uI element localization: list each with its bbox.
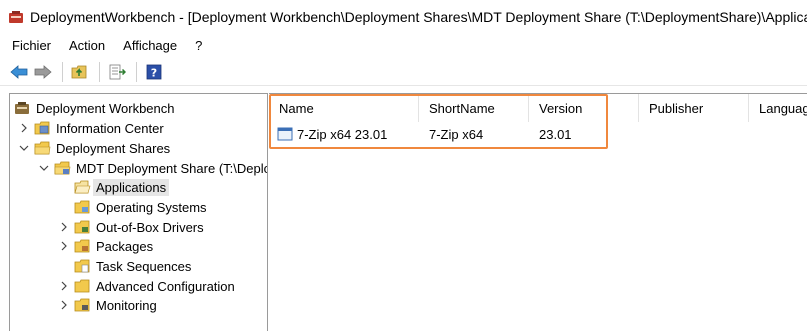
cell-version: 23.01 — [539, 126, 572, 142]
menu-bar: Fichier Action Affichage ? — [0, 34, 807, 56]
tree-item-out-of-box-drivers[interactable]: Out-of-Box Drivers — [58, 217, 204, 237]
forward-button[interactable] — [32, 61, 54, 83]
tree-item-deployment-shares[interactable]: Deployment Shares — [18, 138, 170, 158]
tree-item-label: Operating Systems — [96, 199, 207, 215]
tree-item-label: Task Sequences — [96, 258, 192, 274]
tree-item-label: Information Center — [56, 120, 164, 136]
chevron-down-icon[interactable] — [18, 142, 30, 154]
chevron-down-icon[interactable] — [38, 162, 50, 174]
folder-icon — [34, 141, 51, 155]
tree-item-label: Deployment Workbench — [36, 100, 175, 116]
tree-item-advanced-configuration[interactable]: Advanced Configuration — [58, 276, 235, 296]
folder-drivers-icon — [74, 220, 91, 234]
menu-action[interactable]: Action — [67, 36, 107, 55]
folder-icon — [74, 279, 91, 293]
up-folder-icon — [71, 65, 87, 78]
column-header-version[interactable]: Version — [529, 94, 639, 122]
export-list-button[interactable] — [106, 61, 128, 83]
deployment-workbench-app-icon — [8, 10, 24, 24]
tree-item-deployment-workbench[interactable]: Deployment Workbench — [14, 98, 175, 118]
column-header-language[interactable]: Languag — [749, 94, 807, 122]
menu-fichier[interactable]: Fichier — [10, 36, 53, 55]
back-button[interactable] — [8, 61, 30, 83]
tree-item-task-sequences[interactable]: Task Sequences — [74, 256, 191, 276]
navigation-tree: Deployment Workbench Information Center … — [9, 93, 268, 331]
svg-text:?: ? — [151, 66, 157, 79]
tree-item-operating-systems[interactable]: Operating Systems — [74, 197, 207, 217]
tree-item-label: Deployment Shares — [56, 140, 171, 156]
tree-item-label: Out-of-Box Drivers — [96, 219, 204, 235]
tree-item-label: Applications — [93, 178, 170, 196]
chevron-right-icon[interactable] — [58, 240, 70, 252]
column-header-publisher[interactable]: Publisher — [639, 94, 749, 122]
chevron-right-icon[interactable] — [18, 122, 30, 134]
toolbar: ? — [0, 58, 807, 86]
help-icon: ? — [146, 64, 162, 79]
cell-shortname: 7-Zip x64 — [429, 126, 484, 142]
up-folder-button[interactable] — [69, 61, 91, 83]
toolbar-separator — [99, 61, 100, 82]
help-button[interactable]: ? — [143, 61, 165, 83]
menu-help[interactable]: ? — [193, 36, 204, 55]
window-title: DeploymentWorkbench - [Deployment Workbe… — [30, 9, 807, 25]
title-bar: DeploymentWorkbench - [Deployment Workbe… — [0, 0, 807, 34]
tree-item-applications[interactable]: Applications — [74, 177, 170, 197]
toolbar-separator — [136, 61, 137, 82]
tree-item-label: Monitoring — [96, 297, 157, 313]
folder-task-sequences-icon — [74, 259, 91, 273]
folder-info-icon — [34, 121, 51, 135]
workbench-icon — [14, 101, 31, 115]
folder-share-icon — [54, 161, 71, 175]
menu-affichage[interactable]: Affichage — [121, 36, 179, 55]
tree-item-label: Advanced Configuration — [96, 278, 235, 294]
cell-name: 7-Zip x64 23.01 — [277, 124, 419, 144]
applications-list: Name ShortName Version Publisher Languag… — [269, 93, 807, 331]
back-arrow-icon — [10, 64, 28, 79]
chevron-right-icon[interactable] — [58, 221, 70, 233]
column-header-name[interactable]: Name — [269, 94, 419, 122]
folder-os-icon — [74, 200, 91, 214]
chevron-right-icon[interactable] — [58, 299, 70, 311]
tree-item-monitoring[interactable]: Monitoring — [58, 295, 157, 315]
folder-monitoring-icon — [74, 298, 91, 312]
column-header-shortname[interactable]: ShortName — [419, 94, 529, 122]
folder-open-icon — [74, 180, 91, 194]
forward-arrow-icon — [34, 64, 52, 79]
tree-item-label: MDT Deployment Share (T:\Deplo — [76, 160, 268, 176]
chevron-right-icon[interactable] — [58, 280, 70, 292]
application-name: 7-Zip x64 23.01 — [297, 126, 388, 142]
folder-packages-icon — [74, 239, 91, 253]
tree-item-mdt-deployment-share[interactable]: MDT Deployment Share (T:\Deplo — [38, 158, 268, 178]
toolbar-separator — [62, 61, 63, 82]
application-icon — [277, 127, 293, 141]
tree-item-packages[interactable]: Packages — [58, 236, 153, 256]
tree-item-label: Packages — [96, 238, 154, 254]
tree-item-information-center[interactable]: Information Center — [18, 118, 164, 138]
export-list-icon — [109, 64, 126, 79]
